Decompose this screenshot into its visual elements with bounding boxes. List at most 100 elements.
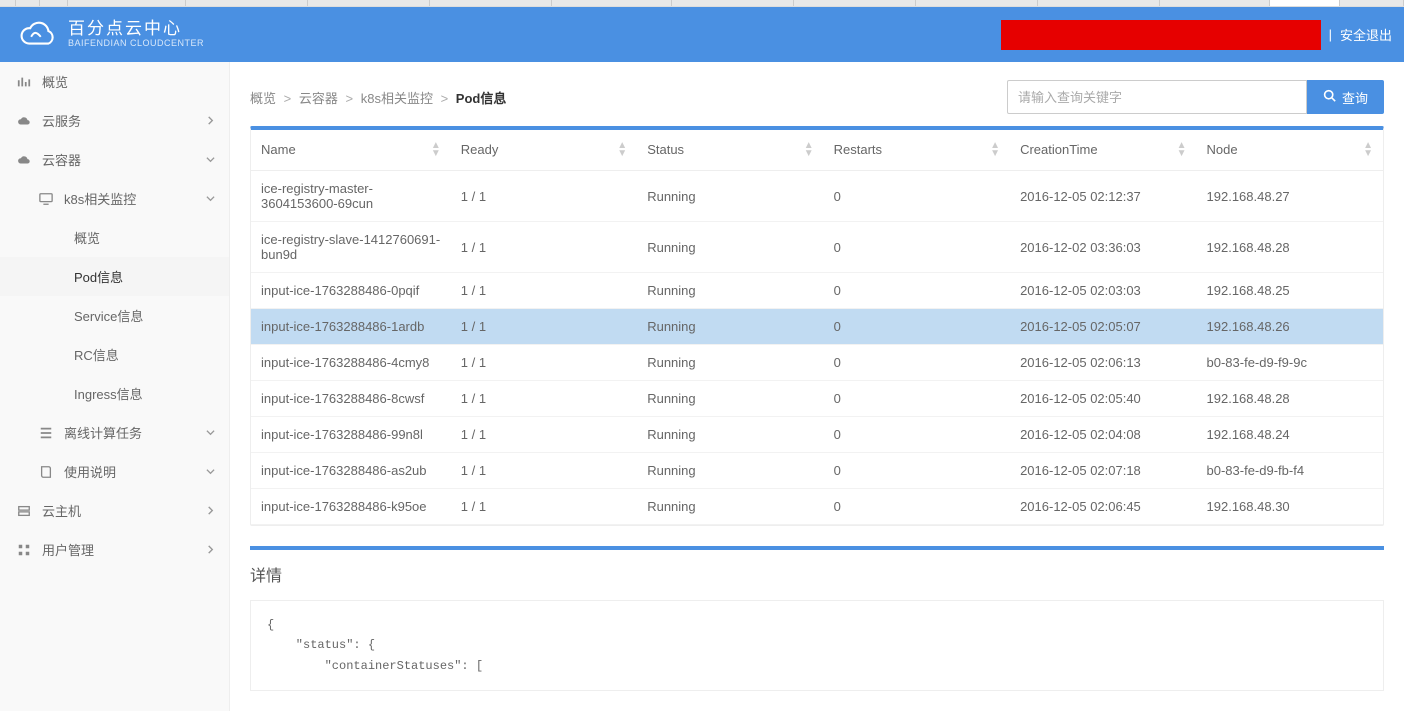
cell-status: Running: [637, 222, 823, 273]
cell-restarts: 0: [824, 489, 1010, 525]
sidebar-item-service-info[interactable]: Service信息: [0, 296, 229, 335]
sidebar-item-user-mgmt[interactable]: 用户管理: [0, 530, 229, 569]
cell-name: input-ice-1763288486-99n8l: [251, 417, 451, 453]
crumb-l3[interactable]: k8s相关监控: [361, 91, 433, 106]
sidebar-item-cloud-container[interactable]: 云容器: [0, 140, 229, 179]
sort-icon: ▲▼: [1177, 142, 1187, 158]
sidebar-item-label: 用户管理: [42, 540, 206, 559]
cell-node: b0-83-fe-d9-f9-9c: [1197, 345, 1383, 381]
chevron-down-icon: [206, 191, 215, 206]
sidebar-item-label: 使用说明: [64, 462, 206, 481]
sidebar-item-k8s-overview[interactable]: 概览: [0, 218, 229, 257]
sort-icon: ▲▼: [804, 142, 814, 158]
header-alert-banner: [1001, 20, 1321, 50]
table-row[interactable]: input-ice-1763288486-4cmy81 / 1Running02…: [251, 345, 1383, 381]
cell-creation: 2016-12-02 03:36:03: [1010, 222, 1196, 273]
sidebar-item-k8s-monitor[interactable]: k8s相关监控: [0, 179, 229, 218]
cell-ready: 1 / 1: [451, 171, 637, 222]
cell-ready: 1 / 1: [451, 417, 637, 453]
sort-icon: ▲▼: [990, 142, 1000, 158]
cell-name: ice-registry-slave-1412760691-bun9d: [251, 222, 451, 273]
cell-creation: 2016-12-05 02:06:45: [1010, 489, 1196, 525]
col-restarts[interactable]: Restarts▲▼: [824, 130, 1010, 171]
table-row[interactable]: ice-registry-master-3604153600-69cun1 / …: [251, 171, 1383, 222]
cell-node: 192.168.48.24: [1197, 417, 1383, 453]
sidebar-item-pod-info[interactable]: Pod信息: [0, 257, 229, 296]
cell-node: 192.168.48.30: [1197, 489, 1383, 525]
col-creation[interactable]: CreationTime▲▼: [1010, 130, 1196, 171]
crumb-l2[interactable]: 云容器: [299, 91, 338, 106]
cell-creation: 2016-12-05 02:03:03: [1010, 273, 1196, 309]
sidebar: 概览 云服务 云容器 k8s相关监控 概览 Pod信息 Service信息 RC…: [0, 62, 230, 711]
cell-restarts: 0: [824, 171, 1010, 222]
logout-link[interactable]: 安全退出: [1340, 25, 1392, 44]
detail-json: { "status": { "containerStatuses": [: [250, 600, 1384, 691]
cell-name: input-ice-1763288486-0pqif: [251, 273, 451, 309]
pod-table-panel: Name▲▼ Ready▲▼ Status▲▼ Restarts▲▼ Creat…: [250, 126, 1384, 526]
table-row[interactable]: input-ice-1763288486-8cwsf1 / 1Running02…: [251, 381, 1383, 417]
table-row[interactable]: input-ice-1763288486-as2ub1 / 1Running02…: [251, 453, 1383, 489]
chevron-right-icon: [206, 542, 215, 557]
table-row[interactable]: ice-registry-slave-1412760691-bun9d1 / 1…: [251, 222, 1383, 273]
grid-icon: [14, 543, 34, 557]
cell-status: Running: [637, 345, 823, 381]
sidebar-item-label: 概览: [42, 72, 215, 91]
crumb-l1[interactable]: 概览: [250, 91, 276, 106]
main-content: 概览 > 云容器 > k8s相关监控 > Pod信息 查询 Nam: [230, 62, 1404, 711]
brand[interactable]: 百分点云中心 BAIFENDIAN CLOUDCENTER: [12, 17, 204, 52]
cell-name: input-ice-1763288486-1ardb: [251, 309, 451, 345]
cell-creation: 2016-12-05 02:04:08: [1010, 417, 1196, 453]
chevron-right-icon: [206, 113, 215, 128]
sidebar-item-ingress-info[interactable]: Ingress信息: [0, 374, 229, 413]
cell-node: 192.168.48.26: [1197, 309, 1383, 345]
chevron-right-icon: [206, 503, 215, 518]
sidebar-item-cloud-service[interactable]: 云服务: [0, 101, 229, 140]
col-status[interactable]: Status▲▼: [637, 130, 823, 171]
crumb-sep: >: [284, 91, 292, 106]
sidebar-item-label: 云容器: [42, 150, 206, 169]
cell-status: Running: [637, 453, 823, 489]
sort-icon: ▲▼: [431, 142, 441, 158]
sidebar-item-cloud-host[interactable]: 云主机: [0, 491, 229, 530]
search-button[interactable]: 查询: [1307, 80, 1384, 114]
table-row[interactable]: input-ice-1763288486-0pqif1 / 1Running02…: [251, 273, 1383, 309]
sidebar-item-offline-task[interactable]: 离线计算任务: [0, 413, 229, 452]
sidebar-item-rc-info[interactable]: RC信息: [0, 335, 229, 374]
cell-status: Running: [637, 417, 823, 453]
cloud-upload-icon: [14, 153, 34, 167]
chevron-down-icon: [206, 464, 215, 479]
search-button-label: 查询: [1342, 88, 1368, 107]
col-node[interactable]: Node▲▼: [1197, 130, 1383, 171]
cell-restarts: 0: [824, 345, 1010, 381]
detail-title: 详情: [250, 558, 1384, 590]
sidebar-item-usage[interactable]: 使用说明: [0, 452, 229, 491]
cell-status: Running: [637, 171, 823, 222]
pod-table: Name▲▼ Ready▲▼ Status▲▼ Restarts▲▼ Creat…: [251, 130, 1383, 525]
cell-ready: 1 / 1: [451, 273, 637, 309]
table-row[interactable]: input-ice-1763288486-1ardb1 / 1Running02…: [251, 309, 1383, 345]
col-ready[interactable]: Ready▲▼: [451, 130, 637, 171]
cell-status: Running: [637, 489, 823, 525]
sidebar-item-label: k8s相关监控: [64, 189, 206, 208]
col-name[interactable]: Name▲▼: [251, 130, 451, 171]
cell-restarts: 0: [824, 273, 1010, 309]
cell-status: Running: [637, 273, 823, 309]
brand-title-cn: 百分点云中心: [68, 20, 204, 39]
cell-node: 192.168.48.25: [1197, 273, 1383, 309]
cell-restarts: 0: [824, 222, 1010, 273]
cell-creation: 2016-12-05 02:05:40: [1010, 381, 1196, 417]
cell-ready: 1 / 1: [451, 222, 637, 273]
table-row[interactable]: input-ice-1763288486-k95oe1 / 1Running02…: [251, 489, 1383, 525]
sidebar-item-label: Ingress信息: [74, 384, 215, 403]
bars-icon: [14, 75, 34, 89]
table-row[interactable]: input-ice-1763288486-99n8l1 / 1Running02…: [251, 417, 1383, 453]
chevron-down-icon: [206, 152, 215, 167]
crumb-current: Pod信息: [456, 91, 507, 106]
crumb-sep: >: [441, 91, 449, 106]
cell-name: input-ice-1763288486-k95oe: [251, 489, 451, 525]
header-divider: |: [1329, 27, 1332, 42]
monitor-icon: [36, 192, 56, 206]
cell-ready: 1 / 1: [451, 309, 637, 345]
search-input[interactable]: [1007, 80, 1307, 114]
sidebar-item-overview[interactable]: 概览: [0, 62, 229, 101]
